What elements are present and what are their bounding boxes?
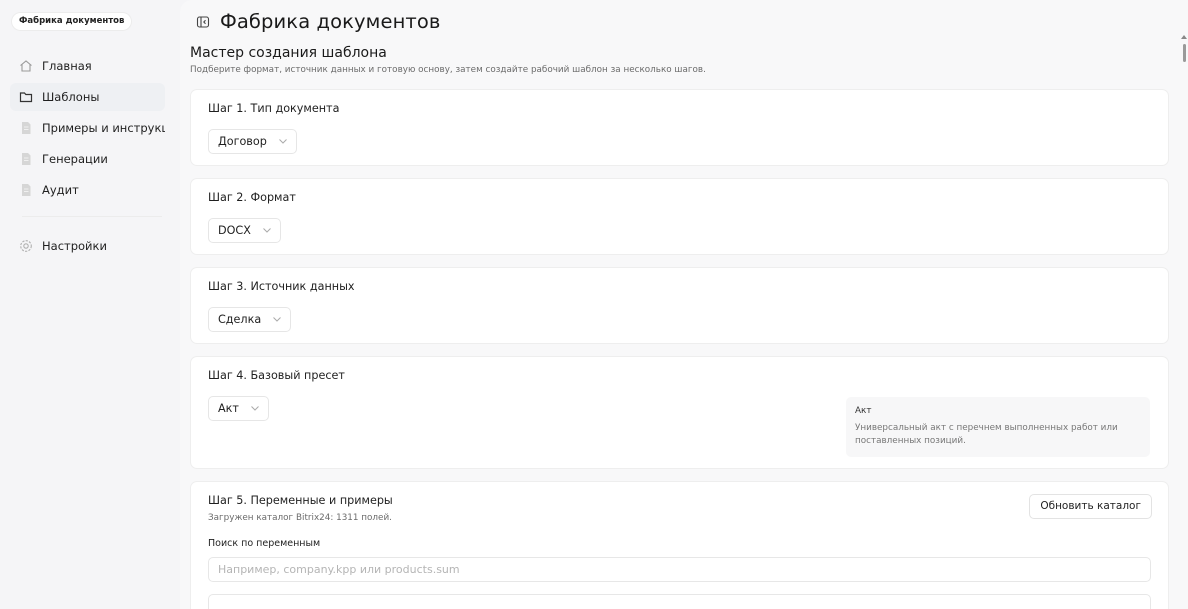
sidebar-item-label: Шаблоны xyxy=(42,90,100,104)
select-value: DOCX xyxy=(218,224,251,237)
home-icon xyxy=(18,59,33,74)
variables-list xyxy=(208,594,1151,609)
select-value: Сделка xyxy=(218,313,262,326)
chevron-down-icon xyxy=(251,405,259,413)
folder-icon xyxy=(18,90,33,105)
chevron-down-icon xyxy=(279,138,287,146)
sidebar: Фабрика документов Главная Шаблоны Приме… xyxy=(0,0,178,609)
step-title: Шаг 3. Источник данных xyxy=(208,280,355,293)
sidebar-item-label: Главная xyxy=(42,59,92,73)
page-title: Фабрика документов xyxy=(220,10,441,33)
chevron-down-icon xyxy=(263,227,271,235)
sidebar-item-audit[interactable]: Аудит xyxy=(10,176,165,204)
step-card-variables: Шаг 5. Переменные и примеры Загружен кат… xyxy=(191,482,1168,609)
sidebar-divider xyxy=(22,216,162,217)
step-card-format: Шаг 2. Формат DOCX xyxy=(191,179,1168,254)
variable-search-input[interactable] xyxy=(208,557,1151,582)
scroll-thumb[interactable] xyxy=(1183,44,1186,62)
sidebar-item-label: Аудит xyxy=(42,183,79,197)
preset-description-box: Акт Универсальный акт с перечнем выполне… xyxy=(846,397,1150,457)
sidebar-item-settings[interactable]: Настройки xyxy=(10,232,165,260)
page-header: Фабрика документов xyxy=(196,10,441,33)
sidebar-item-generations[interactable]: Генерации xyxy=(10,145,165,173)
main-panel: Фабрика документов Мастер создания шабло… xyxy=(180,0,1188,609)
step-card-base-preset: Шаг 4. Базовый пресет Акт Акт Универсаль… xyxy=(191,357,1168,468)
refresh-catalog-button[interactable]: Обновить каталог xyxy=(1029,494,1152,519)
sidebar-item-label: Примеры и инструкции xyxy=(42,121,165,135)
preset-description-line: поставленных позиций. xyxy=(855,436,966,446)
step-title: Шаг 2. Формат xyxy=(208,191,296,204)
chevron-down-icon xyxy=(273,316,282,324)
wizard-subtitle: Подберите формат, источник данных и гото… xyxy=(190,65,706,75)
wizard-title: Мастер создания шаблона xyxy=(190,45,387,61)
sidebar-item-examples[interactable]: Примеры и инструкции xyxy=(10,114,165,142)
select-value: Договор xyxy=(218,135,267,148)
catalog-status: Загружен каталог Bitrix24: 1311 полей. xyxy=(208,513,392,523)
document-icon xyxy=(18,152,33,167)
gear-icon xyxy=(18,239,33,254)
step-title: Шаг 4. Базовый пресет xyxy=(208,369,345,382)
sidebar-item-home[interactable]: Главная xyxy=(10,52,165,80)
format-select[interactable]: DOCX xyxy=(208,218,281,243)
step-title: Шаг 1. Тип документа xyxy=(208,102,340,115)
app-badge: Фабрика документов xyxy=(12,13,132,30)
sidebar-item-templates[interactable]: Шаблоны xyxy=(10,83,165,111)
sidebar-toggle-icon[interactable] xyxy=(196,15,210,29)
data-source-select[interactable]: Сделка xyxy=(208,307,292,332)
scroll-up-icon[interactable] xyxy=(1181,35,1187,39)
base-preset-select[interactable]: Акт xyxy=(208,396,269,421)
preset-description-line: Универсальный акт с перечнем выполненных… xyxy=(855,423,1118,433)
step-card-document-type: Шаг 1. Тип документа Договор xyxy=(191,90,1168,165)
scrollbar[interactable] xyxy=(1180,35,1188,70)
select-value: Акт xyxy=(218,402,239,415)
search-label: Поиск по переменным xyxy=(208,538,321,549)
document-icon xyxy=(18,121,33,136)
sidebar-item-label: Настройки xyxy=(42,239,107,253)
step-card-data-source: Шаг 3. Источник данных Сделка xyxy=(191,268,1168,343)
sidebar-item-label: Генерации xyxy=(42,152,108,166)
step-title: Шаг 5. Переменные и примеры xyxy=(208,494,393,507)
document-icon xyxy=(18,183,33,198)
document-type-select[interactable]: Договор xyxy=(208,129,297,154)
preset-name: Акт xyxy=(855,406,872,416)
